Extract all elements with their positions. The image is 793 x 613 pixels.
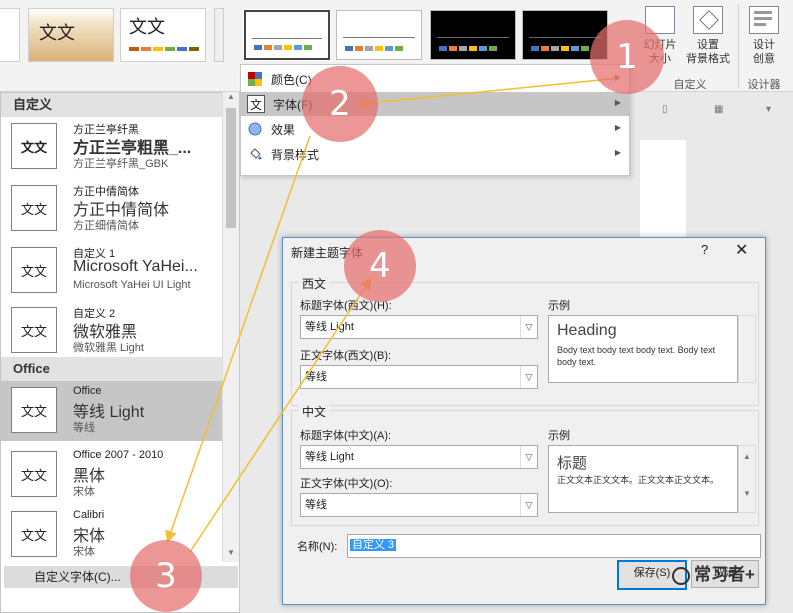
watermark-text: 常习者+ [694, 565, 755, 584]
watermark: 常习者+ [672, 560, 755, 585]
callout-4: 4 [344, 230, 416, 302]
callout-2: 2 [302, 66, 378, 142]
callout-1: 1 [590, 20, 664, 94]
callout-3: 3 [130, 540, 202, 612]
annotation-arrows [165, 77, 621, 553]
wechat-icon [672, 566, 690, 585]
